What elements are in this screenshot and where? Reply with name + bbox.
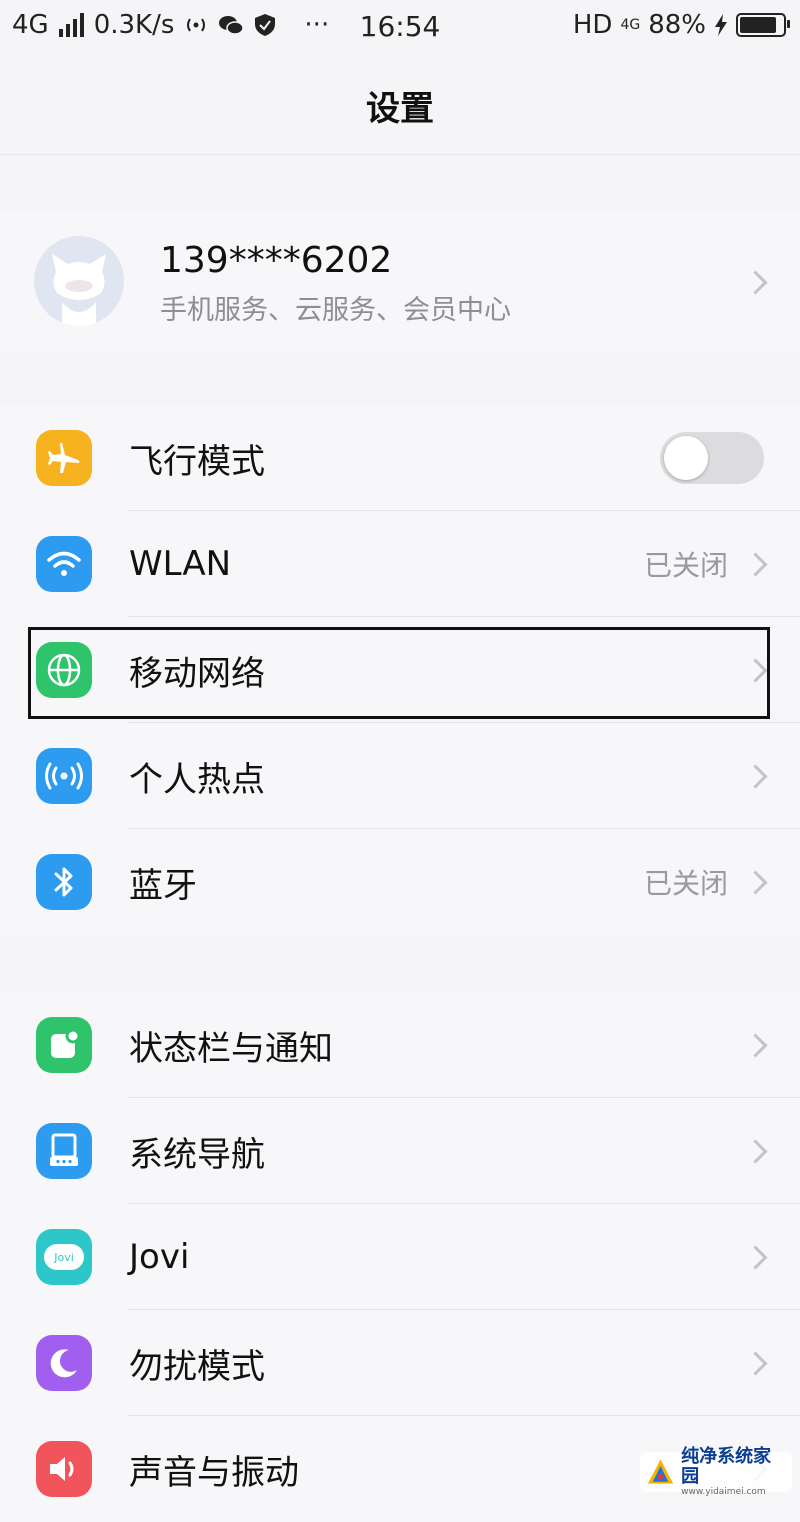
hotspot-icon [36,748,92,804]
row-do-not-disturb[interactable]: 勿扰模式 [0,1310,800,1416]
notification-icon [36,1017,92,1073]
chevron-right-icon [743,1032,768,1058]
row-label: 系统导航 [129,1134,265,1175]
network-type: 4G [12,10,49,40]
hotspot-status-icon [187,18,206,32]
row-jovi[interactable]: Jovi Jovi [0,1204,800,1310]
account-subtitle: 手机服务、云服务、会员中心 [160,295,511,326]
globe-icon [36,642,92,698]
status-right: HD 4G 88% [572,10,790,40]
navigation-icon [36,1123,92,1179]
airplane-icon [36,430,92,486]
row-label: 声音与振动 [129,1452,299,1493]
row-label: 状态栏与通知 [129,1028,333,1069]
watermark: 纯净系统家园 www.yidaimei.com [640,1447,792,1497]
battery-icon [736,13,790,37]
row-label: Jovi [129,1237,190,1277]
chevron-right-icon [743,657,768,683]
title-bar: 设置 [0,56,800,155]
bluetooth-icon [36,854,92,910]
chevron-right-icon [743,869,768,895]
hd-indicator: HD [572,10,613,40]
connectivity-group: 飞行模式 WLAN 已关闭 移动网络 个人热点 蓝牙 已关闭 [0,405,800,935]
row-system-navigation[interactable]: 系统导航 [0,1098,800,1204]
watermark-logo-icon [647,1459,674,1484]
chevron-right-icon [743,551,768,577]
chevron-right-icon [743,1350,768,1376]
jovi-icon: Jovi [36,1229,92,1285]
watermark-url: www.yidaimei.com [681,1487,766,1497]
row-status-bar-notifications[interactable]: 状态栏与通知 [0,992,800,1098]
airplane-mode-toggle[interactable] [660,432,764,484]
charging-icon [715,14,727,36]
more-notifications-icon: ··· [304,10,330,40]
row-bluetooth[interactable]: 蓝牙 已关闭 [0,829,800,935]
row-value: 已关闭 [643,549,728,582]
moon-icon [36,1335,92,1391]
page-title: 设置 [366,88,434,129]
row-airplane-mode[interactable]: 飞行模式 [0,405,800,511]
avatar-mascot-icon [52,254,106,326]
speaker-icon [36,1441,92,1497]
row-label: 飞行模式 [129,441,265,482]
account-phone: 139****6202 [160,240,393,281]
status-bar: 4G 0.3K/s ··· 16:54 HD 4G 88% [0,0,800,56]
signal-icon [58,13,84,37]
avatar [34,236,124,326]
row-value: 已关闭 [643,867,728,900]
chevron-right-icon [743,1244,768,1270]
chevron-right-icon [743,1138,768,1164]
row-personal-hotspot[interactable]: 个人热点 [0,723,800,829]
toggle-knob [664,436,708,480]
row-label: WLAN [129,544,232,584]
battery-percent: 88% [648,10,706,40]
row-label: 蓝牙 [129,865,197,906]
chevron-right-icon [743,270,768,295]
network-type-2: 4G [620,17,641,33]
row-label: 个人热点 [129,759,265,800]
row-label: 移动网络 [129,653,265,694]
chevron-right-icon [743,763,768,789]
wechat-icon [219,16,245,35]
row-mobile-network[interactable]: 移动网络 [0,617,800,723]
shield-icon [255,14,276,36]
system-group: 状态栏与通知 系统导航 Jovi Jovi 勿扰模式 声音与振动 [0,992,800,1522]
status-left: 4G 0.3K/s ··· [12,10,329,40]
row-wlan[interactable]: WLAN 已关闭 [0,511,800,617]
wifi-icon [36,536,92,592]
row-label: 勿扰模式 [129,1346,265,1387]
watermark-text: 纯净系统家园 [681,1446,772,1487]
account-row[interactable]: 139****6202 手机服务、云服务、会员中心 [0,210,800,351]
net-speed: 0.3K/s [93,10,175,40]
jovi-icon-label: Jovi [44,1244,84,1270]
